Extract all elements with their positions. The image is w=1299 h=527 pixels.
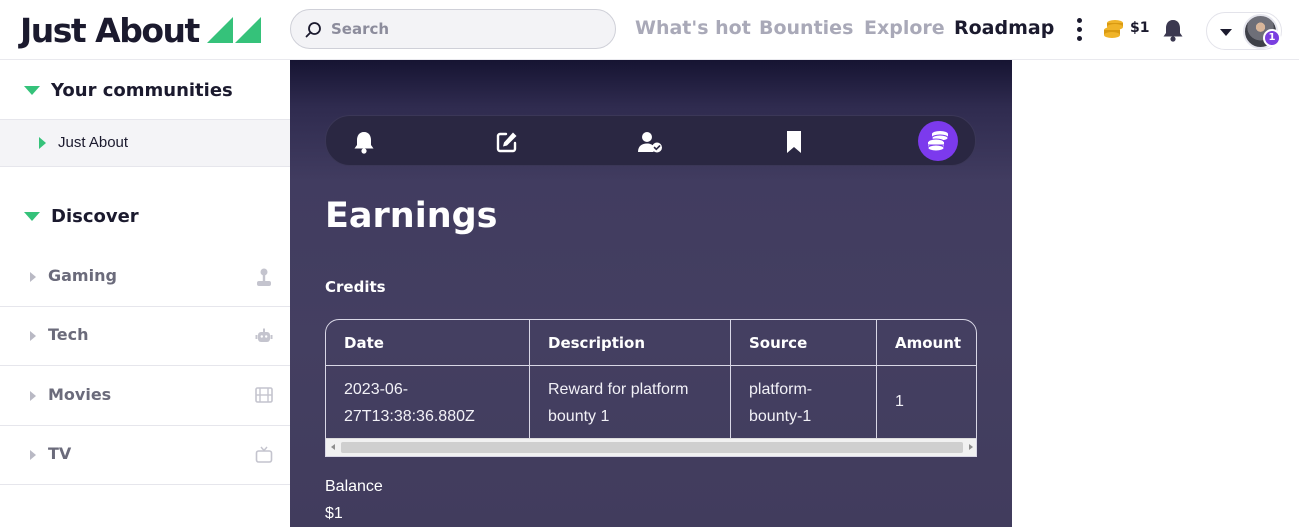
balance-label: Balance	[325, 478, 383, 495]
scrollbar-thumb[interactable]	[341, 442, 963, 453]
column-header-description: Description	[548, 334, 646, 352]
sidebar-item-label: Just About	[58, 134, 129, 151]
sidebar-item-just-about[interactable]: Just About	[0, 119, 290, 167]
logo-text: Just About	[20, 10, 200, 50]
credits-section-title: Credits	[325, 278, 386, 296]
column-header-amount: Amount	[895, 334, 962, 352]
caret-right-icon	[39, 137, 46, 149]
film-icon	[255, 387, 273, 403]
caret-right-icon	[30, 391, 36, 401]
cell-source-line: bounty-1	[749, 408, 812, 425]
table-horizontal-scrollbar[interactable]	[326, 438, 976, 456]
cell-description-line: bounty 1	[548, 408, 610, 425]
cell-source-line: platform-	[749, 381, 813, 398]
tab-saved[interactable]	[780, 128, 808, 156]
nav-bounties[interactable]: Bounties	[759, 17, 853, 39]
more-menu-icon[interactable]	[1073, 17, 1087, 43]
caret-right-icon	[30, 450, 36, 460]
table-header-row: Date Description Source Amount	[326, 320, 976, 366]
sidebar-item-label: Tech	[48, 325, 89, 344]
column-divider	[730, 320, 731, 438]
tab-notifications[interactable]	[350, 128, 378, 156]
avatar-level-badge: 1	[1263, 29, 1281, 47]
table-row: 2023-06- 27T13:38:36.880Z Reward for pla…	[326, 366, 976, 438]
nav-whats-hot[interactable]: What's hot	[635, 17, 751, 39]
cell-source: platform- bounty-1	[731, 366, 877, 438]
cell-description-line: Reward for platform	[548, 381, 689, 398]
discover-section-header[interactable]: Discover	[24, 206, 139, 227]
search-icon	[305, 21, 321, 37]
tab-earnings[interactable]	[918, 121, 958, 161]
balance-value: $1	[325, 505, 343, 522]
top-header: Just About What's hot Bounties Explore R…	[0, 0, 1299, 60]
notifications-bell-icon[interactable]	[1162, 18, 1184, 42]
cell-date: 2023-06- 27T13:38:36.880Z	[326, 366, 530, 438]
sidebar-item-tech[interactable]: Tech	[0, 307, 290, 366]
column-header-source: Source	[749, 334, 808, 352]
robot-icon	[255, 328, 273, 342]
nav-roadmap[interactable]: Roadmap	[954, 17, 1054, 39]
caret-down-icon	[24, 86, 40, 95]
discover-title: Discover	[51, 206, 139, 227]
search-input[interactable]	[331, 20, 601, 38]
user-check-icon	[638, 132, 662, 153]
cell-amount: 1	[895, 393, 904, 410]
credits-table: Date Description Source Amount 2023-06- …	[325, 319, 977, 457]
sidebar-item-movies[interactable]: Movies	[0, 367, 290, 426]
caret-right-icon	[30, 331, 36, 341]
tab-posts[interactable]	[493, 128, 521, 156]
column-header-date: Date	[344, 334, 384, 352]
scroll-right-icon[interactable]	[969, 444, 973, 450]
sidebar-item-label: TV	[48, 444, 72, 463]
nav-explore[interactable]: Explore	[864, 17, 945, 39]
caret-down-icon	[24, 212, 40, 221]
cell-description: Reward for platform bounty 1	[530, 366, 731, 438]
sidebar: Your communities Just About Discover Gam…	[0, 60, 290, 527]
sidebar-item-tv[interactable]: TV	[0, 426, 290, 485]
bell-icon	[354, 132, 374, 154]
tv-icon	[255, 446, 273, 463]
edit-icon	[496, 132, 517, 153]
communities-section-header[interactable]: Your communities	[24, 80, 233, 101]
sidebar-item-label: Gaming	[48, 266, 117, 285]
scroll-left-icon[interactable]	[331, 444, 335, 450]
search-box[interactable]	[290, 9, 616, 49]
cell-date-line: 2023-06-	[344, 381, 409, 398]
caret-right-icon	[30, 272, 36, 282]
page-title: Earnings	[325, 196, 498, 236]
joystick-icon	[257, 268, 271, 286]
site-logo[interactable]: Just About	[20, 10, 261, 50]
user-menu[interactable]: 1	[1206, 12, 1282, 50]
profile-tabbar	[325, 115, 976, 166]
communities-title: Your communities	[51, 80, 233, 101]
sidebar-item-label: Movies	[48, 385, 112, 404]
earnings-panel: Earnings Credits Date Description Source…	[290, 60, 1012, 527]
cell-date-line: 27T13:38:36.880Z	[344, 408, 475, 425]
bookmark-icon	[787, 131, 801, 153]
coins-icon	[927, 131, 949, 152]
tab-following[interactable]	[636, 128, 664, 156]
chevron-down-icon	[1220, 29, 1232, 36]
coins-icon[interactable]	[1103, 18, 1125, 40]
logo-mark-icon	[206, 17, 261, 43]
sidebar-item-gaming[interactable]: Gaming	[0, 248, 290, 307]
column-divider	[876, 320, 877, 438]
header-balance[interactable]: $1	[1130, 20, 1149, 36]
page-root: Just About What's hot Bounties Explore R…	[0, 0, 1299, 527]
column-divider	[529, 320, 530, 438]
